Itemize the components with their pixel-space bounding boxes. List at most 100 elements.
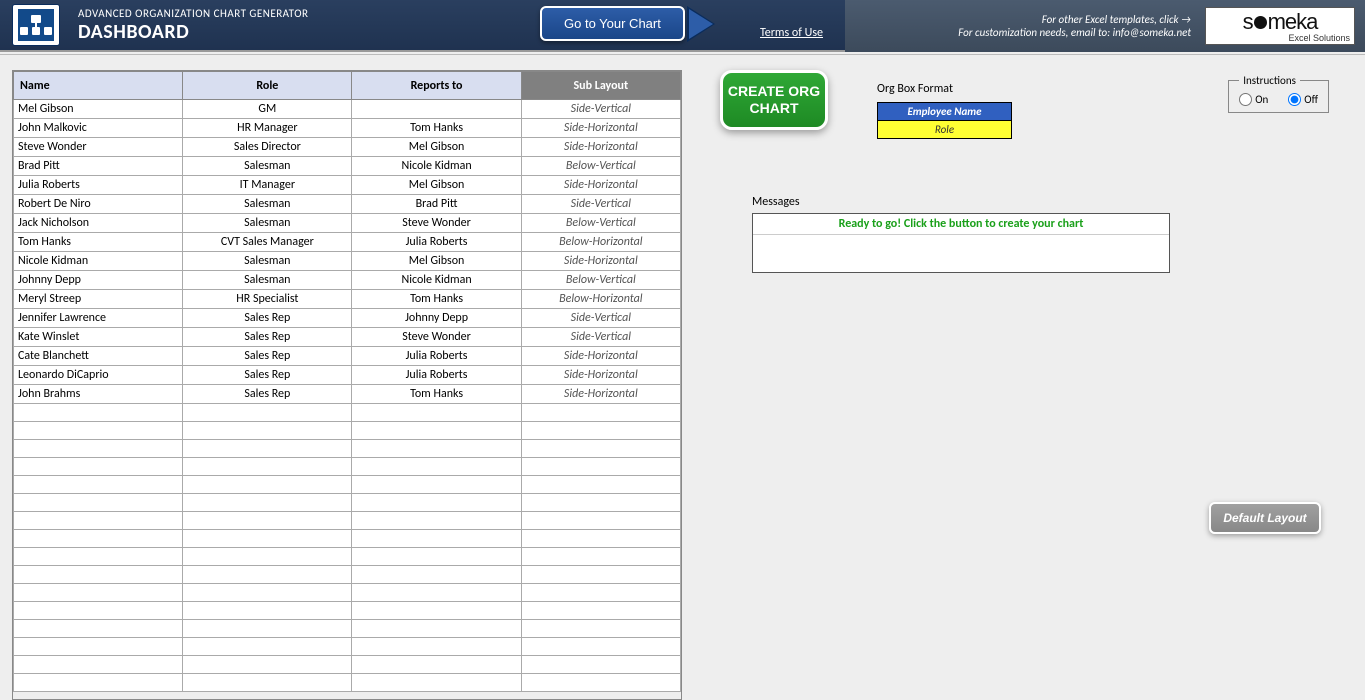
cell-sub[interactable]: Side-Horizontal <box>521 366 680 385</box>
cell-role[interactable]: Salesman <box>183 157 352 176</box>
instructions-off-label[interactable]: Off <box>1288 93 1318 106</box>
cell-role[interactable]: Sales Rep <box>183 385 352 404</box>
cell-empty[interactable] <box>183 584 352 602</box>
cell-empty[interactable] <box>14 458 183 476</box>
cell-name[interactable]: Tom Hanks <box>14 233 183 252</box>
cell-role[interactable]: HR Manager <box>183 119 352 138</box>
col-header-name[interactable]: Name <box>14 72 183 100</box>
create-org-chart-button[interactable]: CREATE ORGCHART <box>720 70 828 130</box>
cell-empty[interactable] <box>183 530 352 548</box>
cell-empty[interactable] <box>352 440 521 458</box>
col-header-role[interactable]: Role <box>183 72 352 100</box>
cell-reports[interactable]: Mel Gibson <box>352 252 521 271</box>
cell-empty[interactable] <box>183 638 352 656</box>
cell-empty[interactable] <box>521 530 680 548</box>
cell-reports[interactable]: Johnny Depp <box>352 309 521 328</box>
cell-empty[interactable] <box>14 566 183 584</box>
cell-empty[interactable] <box>14 404 183 422</box>
cell-empty[interactable] <box>183 458 352 476</box>
cell-reports[interactable]: Mel Gibson <box>352 138 521 157</box>
cell-name[interactable]: Cate Blanchett <box>14 347 183 366</box>
go-to-chart-button[interactable]: Go to Your Chart <box>540 6 685 41</box>
cell-empty[interactable] <box>14 602 183 620</box>
cell-reports[interactable]: Julia Roberts <box>352 366 521 385</box>
cell-sub[interactable]: Below-Vertical <box>521 271 680 290</box>
col-header-reports[interactable]: Reports to <box>352 72 521 100</box>
cell-empty[interactable] <box>352 602 521 620</box>
someka-logo[interactable]: smeka Excel Solutions <box>1205 7 1355 45</box>
cell-empty[interactable] <box>521 422 680 440</box>
cell-empty[interactable] <box>14 638 183 656</box>
cell-empty[interactable] <box>14 656 183 674</box>
cell-name[interactable]: Kate Winslet <box>14 328 183 347</box>
cell-name[interactable]: John Brahms <box>14 385 183 404</box>
cell-reports[interactable]: Nicole Kidman <box>352 157 521 176</box>
cell-sub[interactable]: Below-Vertical <box>521 214 680 233</box>
cell-empty[interactable] <box>14 548 183 566</box>
cell-role[interactable]: Sales Director <box>183 138 352 157</box>
cell-role[interactable]: Sales Rep <box>183 309 352 328</box>
cell-role[interactable]: CVT Sales Manager <box>183 233 352 252</box>
cell-empty[interactable] <box>352 674 521 692</box>
cell-name[interactable]: Julia Roberts <box>14 176 183 195</box>
cell-empty[interactable] <box>352 512 521 530</box>
cell-reports[interactable]: Julia Roberts <box>352 347 521 366</box>
cell-role[interactable]: Salesman <box>183 271 352 290</box>
cell-empty[interactable] <box>352 458 521 476</box>
cell-role[interactable]: Salesman <box>183 214 352 233</box>
cell-empty[interactable] <box>352 404 521 422</box>
cell-role[interactable]: Salesman <box>183 195 352 214</box>
cell-empty[interactable] <box>352 530 521 548</box>
cell-name[interactable]: John Malkovic <box>14 119 183 138</box>
cell-sub[interactable]: Side-Vertical <box>521 100 680 119</box>
cell-sub[interactable]: Below-Horizontal <box>521 233 680 252</box>
cell-empty[interactable] <box>14 476 183 494</box>
cell-empty[interactable] <box>183 476 352 494</box>
cell-role[interactable]: HR Specialist <box>183 290 352 309</box>
cell-sub[interactable]: Below-Horizontal <box>521 290 680 309</box>
cell-empty[interactable] <box>521 638 680 656</box>
cell-sub[interactable]: Side-Horizontal <box>521 176 680 195</box>
cell-empty[interactable] <box>183 548 352 566</box>
cell-empty[interactable] <box>521 512 680 530</box>
cell-empty[interactable] <box>183 566 352 584</box>
cell-sub[interactable]: Side-Horizontal <box>521 119 680 138</box>
cell-name[interactable]: Brad Pitt <box>14 157 183 176</box>
cell-sub[interactable]: Below-Vertical <box>521 157 680 176</box>
cell-sub[interactable]: Side-Horizontal <box>521 347 680 366</box>
cell-empty[interactable] <box>183 674 352 692</box>
cell-empty[interactable] <box>521 656 680 674</box>
cell-empty[interactable] <box>352 422 521 440</box>
instructions-off-radio[interactable] <box>1288 93 1301 106</box>
cell-empty[interactable] <box>521 458 680 476</box>
cell-empty[interactable] <box>521 674 680 692</box>
cell-empty[interactable] <box>183 494 352 512</box>
cell-empty[interactable] <box>521 566 680 584</box>
cell-reports[interactable]: Nicole Kidman <box>352 271 521 290</box>
cell-role[interactable]: GM <box>183 100 352 119</box>
cell-role[interactable]: Salesman <box>183 252 352 271</box>
cell-empty[interactable] <box>14 674 183 692</box>
cell-empty[interactable] <box>521 404 680 422</box>
cell-role[interactable]: Sales Rep <box>183 366 352 385</box>
cell-reports[interactable]: Tom Hanks <box>352 119 521 138</box>
cell-name[interactable]: Johnny Depp <box>14 271 183 290</box>
cell-sub[interactable]: Side-Horizontal <box>521 252 680 271</box>
cell-empty[interactable] <box>14 422 183 440</box>
cell-name[interactable]: Jack Nicholson <box>14 214 183 233</box>
cell-name[interactable]: Nicole Kidman <box>14 252 183 271</box>
default-layout-button[interactable]: Default Layout <box>1209 502 1321 534</box>
cell-reports[interactable]: Tom Hanks <box>352 385 521 404</box>
cell-empty[interactable] <box>521 602 680 620</box>
cell-empty[interactable] <box>183 620 352 638</box>
cell-empty[interactable] <box>14 494 183 512</box>
cell-empty[interactable] <box>183 512 352 530</box>
cell-empty[interactable] <box>352 566 521 584</box>
cell-reports[interactable]: Tom Hanks <box>352 290 521 309</box>
cell-empty[interactable] <box>183 404 352 422</box>
cell-name[interactable]: Jennifer Lawrence <box>14 309 183 328</box>
cell-empty[interactable] <box>183 440 352 458</box>
cell-reports[interactable] <box>352 100 521 119</box>
cell-empty[interactable] <box>521 494 680 512</box>
cell-sub[interactable]: Side-Vertical <box>521 309 680 328</box>
